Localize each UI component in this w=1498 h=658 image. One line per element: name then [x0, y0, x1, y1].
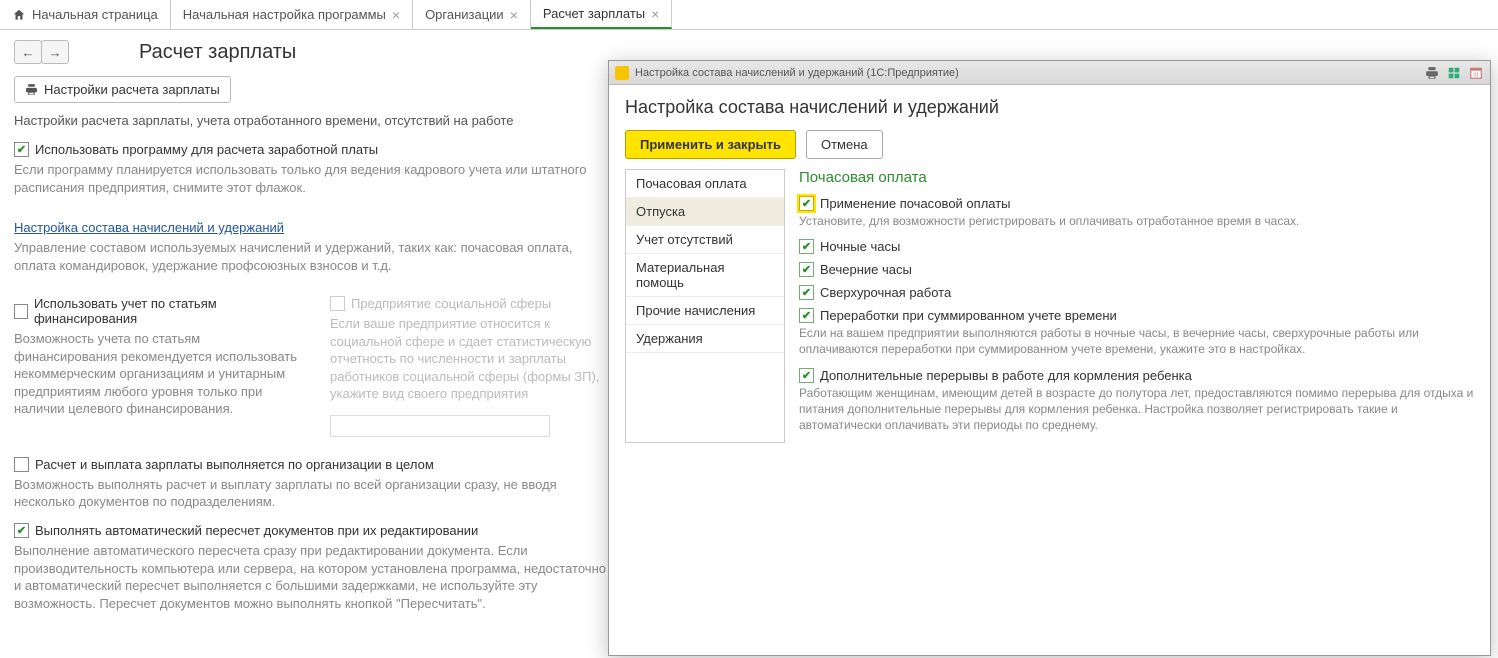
- tab-home-label: Начальная страница: [32, 7, 158, 22]
- intro-text: Настройки расчета зарплаты, учета отрабо…: [14, 113, 616, 128]
- back-button[interactable]: ←: [14, 40, 42, 64]
- checkbox-feeding-label: Дополнительные перерывы в работе для кор…: [820, 368, 1192, 383]
- svg-text:31: 31: [1473, 72, 1479, 78]
- sumtime-desc: Если на вашем предприятии выполняются ра…: [799, 325, 1474, 357]
- forward-button[interactable]: →: [41, 40, 69, 64]
- grid-icon[interactable]: [1446, 65, 1462, 81]
- tab-calc[interactable]: Расчет зарплаты ×: [531, 0, 672, 29]
- feeding-desc: Работающим женщинам, имеющим детей в воз…: [799, 385, 1474, 434]
- nav-item-mathelp[interactable]: Материальная помощь: [626, 254, 784, 297]
- modal-panel: Почасовая оплата Применение почасовой оп…: [799, 169, 1474, 443]
- checkbox-sumtime-label: Переработки при суммированном учете врем…: [820, 308, 1117, 323]
- page-title: Расчет зарплаты: [139, 41, 296, 64]
- checkbox-sumtime[interactable]: [799, 308, 814, 323]
- tab-home[interactable]: Начальная страница: [0, 0, 171, 29]
- close-icon[interactable]: ×: [392, 7, 400, 23]
- checkbox-whole-org[interactable]: [14, 457, 29, 472]
- nav-item-vacations[interactable]: Отпуска: [626, 198, 784, 226]
- tab-bar: Начальная страница Начальная настройка п…: [0, 0, 1498, 30]
- checkbox-night[interactable]: [799, 239, 814, 254]
- checkbox-whole-org-label: Расчет и выплата зарплаты выполняется по…: [35, 457, 434, 472]
- modal-dialog: Настройка состава начислений и удержаний…: [608, 60, 1491, 656]
- use-program-desc: Если программу планируется использовать …: [14, 161, 616, 196]
- nav-item-absence[interactable]: Учет отсутствий: [626, 226, 784, 254]
- checkbox-social-label: Предприятие социальной сферы: [351, 296, 551, 311]
- tab-setup[interactable]: Начальная настройка программы ×: [171, 0, 413, 29]
- checkbox-overtime-label: Сверхурочная работа: [820, 285, 951, 300]
- nav-item-deduct[interactable]: Удержания: [626, 325, 784, 353]
- checkbox-evening-label: Вечерние часы: [820, 262, 912, 277]
- home-icon: [12, 8, 26, 22]
- settings-button-label: Настройки расчета зарплаты: [44, 82, 220, 97]
- modal-titlebar[interactable]: Настройка состава начислений и удержаний…: [609, 61, 1490, 85]
- tab-setup-label: Начальная настройка программы: [183, 7, 386, 22]
- cancel-button[interactable]: Отмена: [806, 130, 883, 159]
- social-desc: Если ваше предприятие относится к социал…: [330, 315, 616, 403]
- modal-body: Настройка состава начислений и удержаний…: [609, 85, 1490, 655]
- link-composition-desc: Управление составом используемых начисле…: [14, 239, 616, 274]
- close-icon[interactable]: ×: [510, 7, 518, 23]
- close-icon[interactable]: ×: [651, 6, 659, 22]
- checkbox-financing-label: Использовать учет по статьям финансирова…: [34, 296, 300, 326]
- checkbox-apply-hourly-label: Применение почасовой оплаты: [820, 196, 1011, 211]
- checkbox-financing[interactable]: [14, 304, 28, 319]
- apply-close-button[interactable]: Применить и закрыть: [625, 130, 796, 159]
- link-composition[interactable]: Настройка состава начислений и удержаний: [14, 220, 284, 235]
- calendar-icon[interactable]: 31: [1468, 65, 1484, 81]
- tab-orgs[interactable]: Организации ×: [413, 0, 531, 29]
- tab-orgs-label: Организации: [425, 7, 504, 22]
- nav-item-hourly[interactable]: Почасовая оплата: [626, 170, 784, 198]
- checkbox-autorecalc-label: Выполнять автоматический пересчет докуме…: [35, 523, 478, 538]
- checkbox-night-label: Ночные часы: [820, 239, 900, 254]
- settings-button[interactable]: Настройки расчета зарплаты: [14, 76, 231, 103]
- financing-desc: Возможность учета по статьям финансирова…: [14, 330, 300, 418]
- checkbox-social: [330, 296, 345, 311]
- apply-hourly-desc: Установите, для возможности регистрирова…: [799, 213, 1474, 229]
- checkbox-autorecalc[interactable]: [14, 523, 29, 538]
- checkbox-overtime[interactable]: [799, 285, 814, 300]
- checkbox-evening[interactable]: [799, 262, 814, 277]
- autorecalc-desc: Выполнение автоматического пересчета сра…: [14, 542, 616, 612]
- modal-window-title: Настройка состава начислений и удержаний…: [635, 67, 959, 79]
- checkbox-use-program[interactable]: [14, 142, 29, 157]
- panel-title: Почасовая оплата: [799, 169, 1474, 186]
- nav-item-other[interactable]: Прочие начисления: [626, 297, 784, 325]
- print-icon[interactable]: [1424, 65, 1440, 81]
- modal-nav: Почасовая оплата Отпуска Учет отсутствий…: [625, 169, 785, 443]
- social-select: [330, 415, 550, 437]
- app-icon: [615, 66, 629, 80]
- checkbox-use-program-label: Использовать программу для расчета зараб…: [35, 142, 378, 157]
- whole-org-desc: Возможность выполнять расчет и выплату з…: [14, 476, 616, 511]
- print-icon: [25, 83, 38, 96]
- modal-heading: Настройка состава начислений и удержаний: [625, 97, 1474, 118]
- checkbox-apply-hourly[interactable]: [799, 196, 814, 211]
- tab-calc-label: Расчет зарплаты: [543, 6, 645, 21]
- content-area: Настройки расчета зарплаты, учета отрабо…: [0, 113, 630, 612]
- checkbox-feeding[interactable]: [799, 368, 814, 383]
